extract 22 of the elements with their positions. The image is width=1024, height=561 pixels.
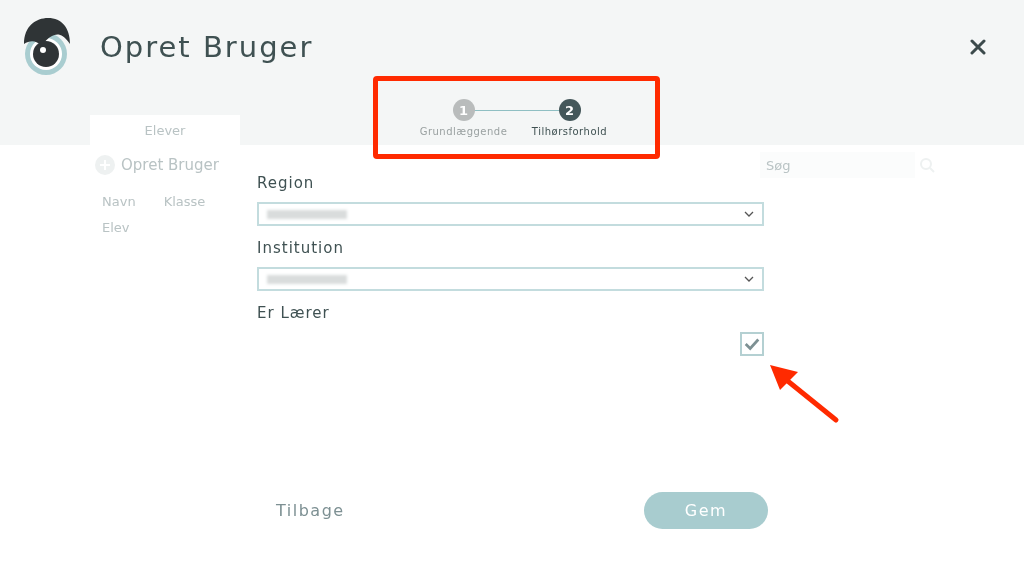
select-field[interactable] — [257, 202, 764, 226]
column-header[interactable]: Klasse — [163, 194, 206, 209]
background-tab[interactable]: Elever — [90, 115, 240, 145]
eye-logo-icon — [22, 18, 70, 76]
field-label: Institution — [257, 238, 345, 258]
annotation-arrow — [770, 365, 839, 423]
dialog-title: Opret Bruger — [100, 30, 314, 64]
search-field[interactable]: Søg — [760, 152, 915, 178]
back-button[interactable]: Tilbage — [257, 501, 345, 520]
field-label: Region — [257, 173, 316, 193]
table-cell: Elev — [102, 220, 130, 235]
column-header[interactable]: Navn — [102, 194, 136, 209]
save-button[interactable]: Gem — [644, 492, 768, 529]
close-icon[interactable] — [970, 39, 986, 55]
step-label[interactable]: Grundlæggende — [419, 126, 508, 137]
step-label[interactable]: Tilhørsforhold — [531, 126, 608, 137]
select-field[interactable] — [257, 267, 764, 291]
checkbox[interactable] — [740, 332, 764, 356]
chevron-down-icon — [744, 276, 754, 282]
chevron-down-icon — [744, 211, 754, 217]
field-label: Er Lærer — [257, 303, 331, 323]
add-user-button[interactable]: Opret Bruger — [95, 155, 219, 175]
